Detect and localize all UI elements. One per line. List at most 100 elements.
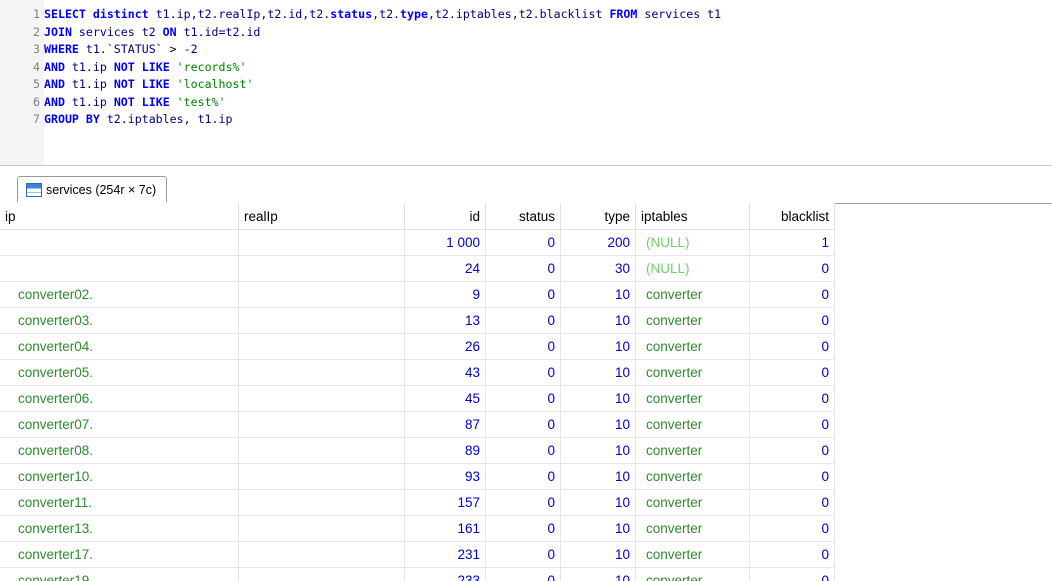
cell-iptables[interactable]: converter xyxy=(635,567,750,581)
column-header-status[interactable]: status xyxy=(485,203,561,230)
cell-ip[interactable]: converter13. xyxy=(0,515,239,542)
cell-iptables[interactable]: converter xyxy=(635,385,750,412)
cell-id[interactable]: 9 xyxy=(404,281,486,308)
cell-type[interactable]: 30 xyxy=(560,255,636,282)
table-row[interactable]: converter19. 233 0 10 converter 0 xyxy=(0,567,835,581)
cell-iptables[interactable]: converter xyxy=(635,307,750,334)
cell-id[interactable]: 45 xyxy=(404,385,486,412)
cell-id[interactable]: 13 xyxy=(404,307,486,334)
cell-id[interactable]: 24 xyxy=(404,255,486,282)
cell-ip[interactable]: converter05. xyxy=(0,359,239,386)
cell-status[interactable]: 0 xyxy=(485,359,561,386)
cell-id[interactable]: 1 000 xyxy=(404,229,486,256)
cell-iptables[interactable]: converter xyxy=(635,411,750,438)
code-line[interactable]: 5 AND t1.ip NOT LIKE 'localhost' xyxy=(0,76,253,92)
cell-blacklist[interactable]: 0 xyxy=(749,541,835,568)
cell-realip[interactable] xyxy=(238,463,405,490)
cell-iptables[interactable]: converter xyxy=(635,463,750,490)
cell-realip[interactable] xyxy=(238,307,405,334)
cell-blacklist[interactable]: 0 xyxy=(749,567,835,581)
code-line[interactable]: 7 GROUP BY t2.iptables, t1.ip xyxy=(0,111,232,127)
cell-type[interactable]: 10 xyxy=(560,307,636,334)
cell-blacklist[interactable]: 0 xyxy=(749,463,835,490)
column-header-realip[interactable]: realIp xyxy=(238,203,405,230)
table-row[interactable]: converter17. 231 0 10 converter 0 xyxy=(0,541,835,568)
cell-realip[interactable] xyxy=(238,567,405,581)
cell-realip[interactable] xyxy=(238,489,405,516)
cell-realip[interactable] xyxy=(238,333,405,360)
cell-realip[interactable] xyxy=(238,385,405,412)
cell-type[interactable]: 10 xyxy=(560,567,636,581)
tab-services-result[interactable]: services (254r × 7c) xyxy=(17,176,168,202)
cell-ip[interactable]: converter08. xyxy=(0,437,239,464)
cell-blacklist[interactable]: 0 xyxy=(749,437,835,464)
cell-ip[interactable]: converter03. xyxy=(0,307,239,334)
table-row[interactable]: converter11. 157 0 10 converter 0 xyxy=(0,489,835,516)
cell-status[interactable]: 0 xyxy=(485,281,561,308)
cell-type[interactable]: 10 xyxy=(560,463,636,490)
cell-realip[interactable] xyxy=(238,255,405,282)
cell-id[interactable]: 26 xyxy=(404,333,486,360)
cell-iptables[interactable]: (NULL) xyxy=(635,229,750,256)
column-header-ip[interactable]: ip xyxy=(0,203,239,230)
cell-iptables[interactable]: converter xyxy=(635,281,750,308)
cell-iptables[interactable]: converter xyxy=(635,359,750,386)
table-row[interactable]: converter08. 89 0 10 converter 0 xyxy=(0,437,835,464)
cell-type[interactable]: 10 xyxy=(560,541,636,568)
code-line[interactable]: 2 JOIN services t2 ON t1.id=t2.id xyxy=(0,24,260,40)
cell-ip[interactable] xyxy=(0,255,239,282)
cell-type[interactable]: 10 xyxy=(560,515,636,542)
cell-ip[interactable] xyxy=(0,229,239,256)
table-row[interactable]: converter10. 93 0 10 converter 0 xyxy=(0,463,835,490)
cell-blacklist[interactable]: 1 xyxy=(749,229,835,256)
cell-type[interactable]: 10 xyxy=(560,411,636,438)
cell-iptables[interactable]: converter xyxy=(635,515,750,542)
cell-status[interactable]: 0 xyxy=(485,567,561,581)
table-row[interactable]: converter02. 9 0 10 converter 0 xyxy=(0,281,835,308)
cell-iptables[interactable]: converter xyxy=(635,437,750,464)
code-line[interactable]: 3 WHERE t1.`STATUS` > -2 xyxy=(0,41,198,57)
table-row[interactable]: 24 0 30 (NULL) 0 xyxy=(0,255,835,282)
cell-blacklist[interactable]: 0 xyxy=(749,359,835,386)
cell-type[interactable]: 200 xyxy=(560,229,636,256)
cell-blacklist[interactable]: 0 xyxy=(749,333,835,360)
cell-realip[interactable] xyxy=(238,411,405,438)
column-header-iptables[interactable]: iptables xyxy=(635,203,750,230)
cell-status[interactable]: 0 xyxy=(485,255,561,282)
cell-status[interactable]: 0 xyxy=(485,385,561,412)
cell-status[interactable]: 0 xyxy=(485,307,561,334)
cell-realip[interactable] xyxy=(238,437,405,464)
sql-editor[interactable]: 1 SELECT distinct t1.ip,t2.realIp,t2.id,t… xyxy=(0,0,1052,166)
cell-id[interactable]: 157 xyxy=(404,489,486,516)
column-header-type[interactable]: type xyxy=(560,203,636,230)
cell-type[interactable]: 10 xyxy=(560,489,636,516)
cell-id[interactable]: 161 xyxy=(404,515,486,542)
table-row[interactable]: converter06. 45 0 10 converter 0 xyxy=(0,385,835,412)
cell-realip[interactable] xyxy=(238,515,405,542)
cell-type[interactable]: 10 xyxy=(560,385,636,412)
cell-id[interactable]: 93 xyxy=(404,463,486,490)
cell-blacklist[interactable]: 0 xyxy=(749,307,835,334)
code-line[interactable]: 1 SELECT distinct t1.ip,t2.realIp,t2.id,t… xyxy=(0,6,721,22)
cell-blacklist[interactable]: 0 xyxy=(749,489,835,516)
column-header-blacklist[interactable]: blacklist xyxy=(749,203,835,230)
cell-status[interactable]: 0 xyxy=(485,515,561,542)
table-row[interactable]: converter03. 13 0 10 converter 0 xyxy=(0,307,835,334)
cell-ip[interactable]: converter04. xyxy=(0,333,239,360)
cell-realip[interactable] xyxy=(238,359,405,386)
table-row[interactable]: converter13. 161 0 10 converter 0 xyxy=(0,515,835,542)
table-row[interactable]: 1 000 0 200 (NULL) 1 xyxy=(0,229,835,256)
cell-status[interactable]: 0 xyxy=(485,489,561,516)
cell-iptables[interactable]: converter xyxy=(635,541,750,568)
cell-blacklist[interactable]: 0 xyxy=(749,385,835,412)
cell-ip[interactable]: converter10. xyxy=(0,463,239,490)
result-grid[interactable]: ip realIp id status type iptables blackl… xyxy=(0,203,1052,581)
cell-iptables[interactable]: converter xyxy=(635,333,750,360)
cell-status[interactable]: 0 xyxy=(485,541,561,568)
table-row[interactable]: converter07. 87 0 10 converter 0 xyxy=(0,411,835,438)
cell-id[interactable]: 87 xyxy=(404,411,486,438)
cell-id[interactable]: 231 xyxy=(404,541,486,568)
cell-ip[interactable]: converter06. xyxy=(0,385,239,412)
cell-type[interactable]: 10 xyxy=(560,437,636,464)
cell-ip[interactable]: converter11. xyxy=(0,489,239,516)
